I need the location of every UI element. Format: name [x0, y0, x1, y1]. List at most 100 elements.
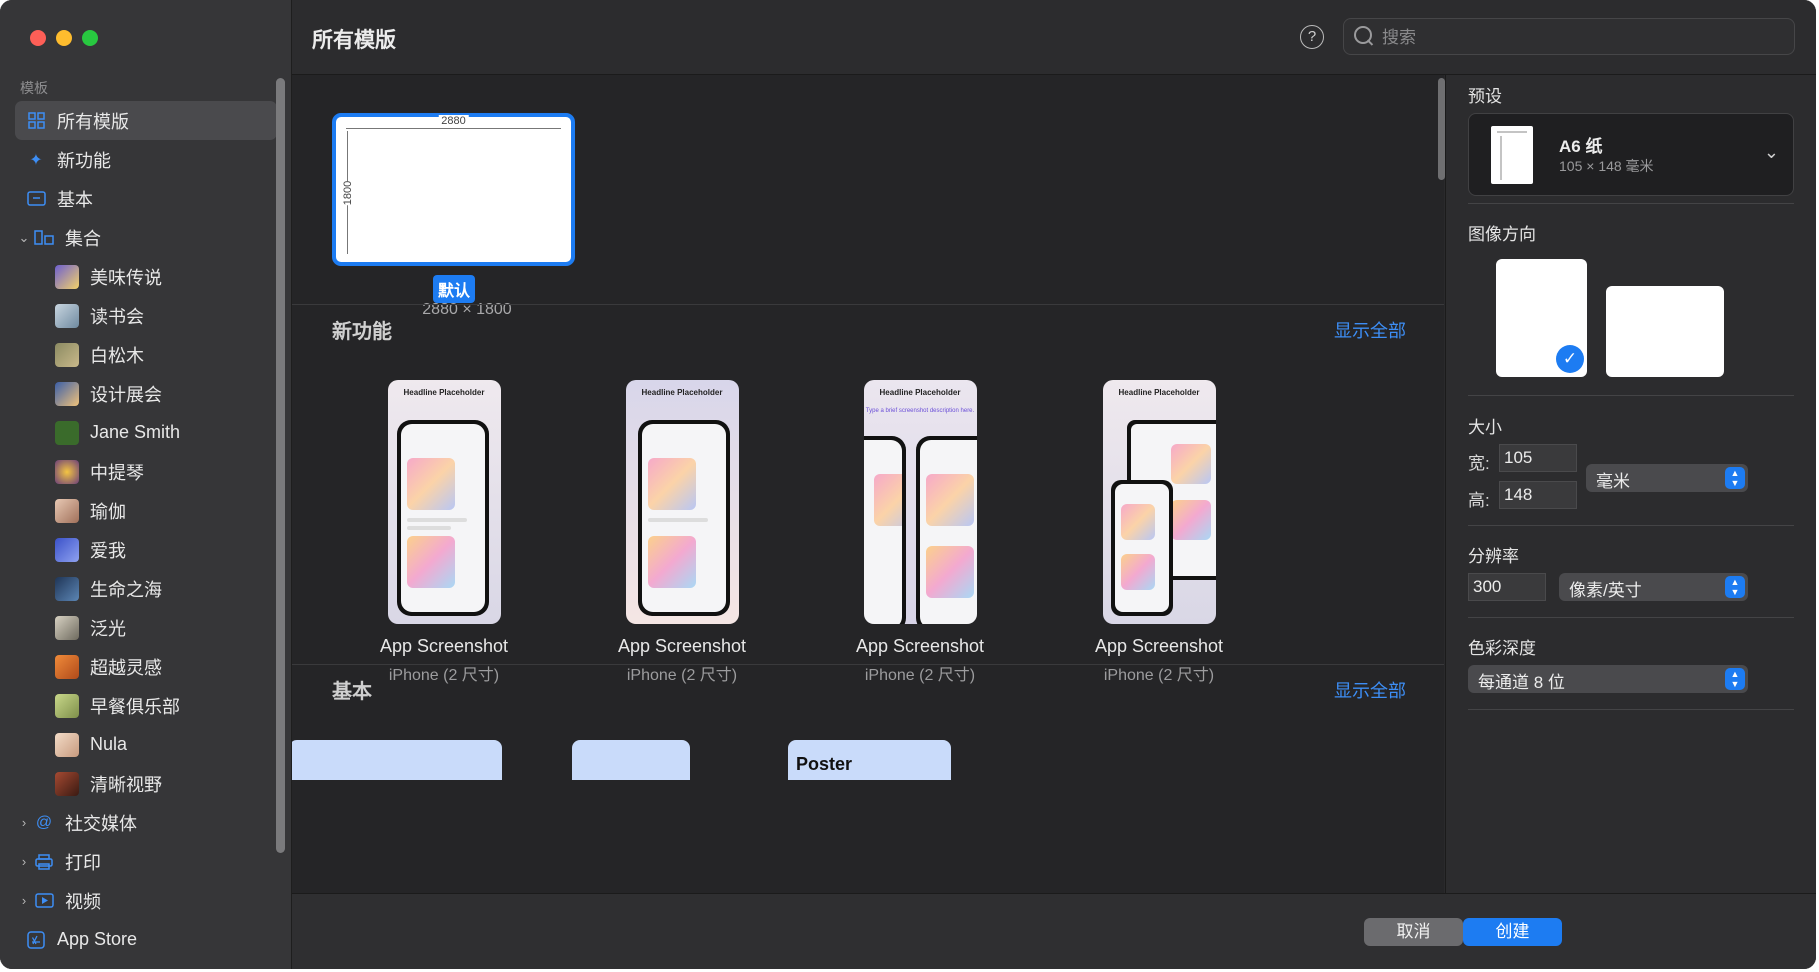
- template-card[interactable]: Headline Placeholder App Screenshot iPho…: [344, 380, 544, 685]
- resolution-unit-select[interactable]: 像素/英寸 ▲ ▼: [1559, 573, 1748, 601]
- collection-thumbnail: [55, 654, 79, 679]
- template-card[interactable]: Headline Placeholder Type a brief screen…: [820, 380, 1020, 685]
- default-template-card[interactable]: 2880 1800: [332, 113, 575, 266]
- sidebar-collection-item[interactable]: 早餐俱乐部: [15, 686, 277, 725]
- size-label: 大小: [1468, 418, 1502, 437]
- zoom-window-button[interactable]: [82, 30, 98, 46]
- landscape-orientation-option[interactable]: [1606, 286, 1724, 377]
- collection-thumbnail: [55, 693, 79, 718]
- sidebar-collection-item[interactable]: 清晰视野: [15, 764, 277, 803]
- sidebar-collection-item[interactable]: 读书会: [15, 296, 277, 335]
- color-depth-select[interactable]: 每通道 8 位 ▲ ▼: [1468, 665, 1748, 693]
- resolution-unit-value: 像素/英寸: [1569, 581, 1642, 600]
- sidebar-collection-item[interactable]: 中提琴: [15, 452, 277, 491]
- collection-label: 中提琴: [90, 462, 144, 483]
- chevron-right-icon[interactable]: ›: [15, 815, 33, 830]
- collection-label: 早餐俱乐部: [90, 696, 180, 717]
- height-dimension-line: 1800: [342, 131, 355, 254]
- help-icon[interactable]: ?: [1300, 25, 1324, 49]
- template-card[interactable]: Headline Placeholder App Screenshot iPho…: [1059, 380, 1259, 685]
- header-bar: 所有模版 ?: [292, 0, 1816, 75]
- sidebar-collection-item[interactable]: 泛光: [15, 608, 277, 647]
- sidebar-collection-item[interactable]: 白松木: [15, 335, 277, 374]
- page-title: 所有模版: [312, 29, 396, 52]
- sidebar-collection-item[interactable]: 超越灵感: [15, 647, 277, 686]
- template-name: App Screenshot: [379, 636, 509, 656]
- sidebar-collection-item[interactable]: Nula: [15, 725, 277, 764]
- search-icon: [1354, 26, 1372, 44]
- panel-divider: [1468, 203, 1794, 204]
- cancel-button[interactable]: 取消: [1364, 918, 1463, 946]
- collection-label: 读书会: [90, 306, 144, 327]
- sidebar-collection-item[interactable]: 瑜伽: [15, 491, 277, 530]
- sidebar-item-label: App Store: [57, 929, 138, 949]
- app-window: 模板 所有模版 ✦ 新功能 基本 ⌄ 集合 美味传说 读书会 白松木 设计展会 …: [0, 0, 1816, 969]
- sidebar-collection-item[interactable]: Jane Smith: [15, 413, 277, 452]
- phone-mockup: [1110, 480, 1173, 616]
- sidebar-item-label: 所有模版: [57, 111, 129, 132]
- template-card[interactable]: Headline Placeholder App Screenshot iPho…: [582, 380, 782, 685]
- basic-template-card[interactable]: [292, 740, 502, 780]
- sparkle-icon: ✦: [29, 151, 43, 169]
- minimize-window-button[interactable]: [56, 30, 72, 46]
- show-all-basic-link[interactable]: 显示全部: [1334, 677, 1406, 703]
- sidebar-item-label: 打印: [65, 852, 101, 873]
- sidebar-item-collections[interactable]: ⌄ 集合: [15, 218, 277, 257]
- height-field[interactable]: 148: [1499, 481, 1577, 509]
- collection-label: 超越灵感: [90, 657, 162, 678]
- sidebar-collection-item[interactable]: 生命之海: [15, 569, 277, 608]
- section-divider: [292, 304, 1444, 305]
- show-all-new-features-link[interactable]: 显示全部: [1334, 317, 1406, 343]
- collection-thumbnail: [55, 342, 79, 367]
- collection-label: 清晰视野: [90, 774, 162, 795]
- unit-select[interactable]: 毫米 ▲ ▼: [1586, 464, 1748, 492]
- sidebar-item-social-media[interactable]: › @ 社交媒体: [15, 803, 277, 842]
- sidebar-item-app-store[interactable]: App Store: [15, 920, 277, 959]
- sidebar-item-new-features[interactable]: ✦ 新功能: [15, 140, 277, 179]
- footer-bar: 取消 创建: [292, 893, 1816, 969]
- preset-name: A6 纸: [1559, 137, 1603, 156]
- create-button[interactable]: 创建: [1463, 918, 1562, 946]
- search-input[interactable]: [1380, 24, 1784, 52]
- preset-dropdown[interactable]: A6 纸 105 × 148 毫米 ⌄: [1468, 113, 1794, 196]
- sidebar-collection-item[interactable]: 美味传说: [15, 257, 277, 296]
- collection-thumbnail: [55, 264, 79, 289]
- sidebar-collection-item[interactable]: 设计展会: [15, 374, 277, 413]
- collection-thumbnail: [55, 459, 79, 484]
- color-depth-label: 色彩深度: [1468, 639, 1536, 658]
- panel-divider: [1468, 395, 1794, 396]
- chevron-down-icon[interactable]: ⌄: [15, 230, 33, 246]
- at-icon: @: [35, 813, 53, 831]
- close-window-button[interactable]: [30, 30, 46, 46]
- sidebar-scrollbar[interactable]: [276, 78, 285, 853]
- resolution-field[interactable]: 300: [1468, 573, 1546, 601]
- template-gallery: 2880 1800 默认 2880 × 1800 新功能 显示全部 Headli…: [292, 75, 1444, 893]
- panel-divider: [1468, 617, 1794, 618]
- chevron-right-icon[interactable]: ›: [15, 854, 33, 869]
- collection-thumbnail: [55, 732, 79, 757]
- template-headline: Headline Placeholder: [1118, 388, 1200, 397]
- collection-thumbnail: [55, 303, 79, 328]
- chevron-right-icon[interactable]: ›: [15, 893, 33, 908]
- search-field[interactable]: [1343, 18, 1795, 55]
- stepper-arrows-icon: ▲ ▼: [1725, 576, 1745, 598]
- collection-label: 白松木: [90, 345, 144, 366]
- stepper-arrows-icon: ▲ ▼: [1725, 467, 1745, 489]
- sidebar-item-all-templates[interactable]: 所有模版: [15, 101, 277, 140]
- collection-label: Jane Smith: [90, 422, 181, 442]
- template-description: Type a brief screenshot description here…: [865, 408, 975, 414]
- basic-template-card[interactable]: [572, 740, 690, 780]
- app-store-icon: [25, 929, 47, 951]
- gallery-scrollbar[interactable]: [1438, 78, 1445, 180]
- collection-thumbnail: [55, 771, 79, 796]
- sidebar-item-print[interactable]: › 打印: [15, 842, 277, 881]
- sidebar-item-basic[interactable]: 基本: [15, 179, 277, 218]
- sidebar-item-video[interactable]: › 视频: [15, 881, 277, 920]
- portrait-orientation-option[interactable]: ✓: [1496, 259, 1587, 377]
- sidebar-section-label: 模板: [20, 80, 48, 96]
- width-field[interactable]: 105: [1499, 444, 1577, 472]
- template-name: App Screenshot: [1094, 636, 1224, 656]
- poster-template-card[interactable]: Poster: [788, 740, 951, 780]
- sidebar-collection-item[interactable]: 爱我: [15, 530, 277, 569]
- default-badge: 默认: [433, 275, 476, 303]
